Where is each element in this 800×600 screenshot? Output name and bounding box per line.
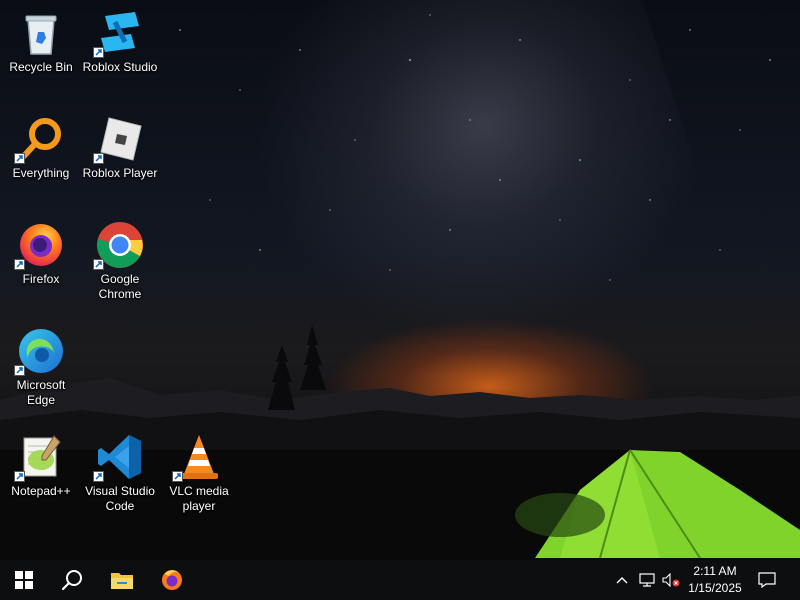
- roblox-studio-icon: [93, 8, 145, 58]
- notepadpp-label: Notepad++: [11, 484, 71, 498]
- windows-logo-icon: [15, 571, 33, 589]
- clock-date: 1/15/2025: [688, 581, 742, 595]
- search-button[interactable]: [48, 560, 96, 600]
- action-center-button[interactable]: [752, 560, 782, 600]
- recycle-bin-label: Recycle Bin: [9, 60, 73, 74]
- volume-muted-icon: [662, 573, 680, 587]
- clock[interactable]: 2:11 AM 1/15/2025: [680, 563, 750, 597]
- chevron-up-icon: [616, 577, 628, 584]
- roblox-studio-shortcut[interactable]: Roblox Studio: [81, 8, 159, 75]
- shortcut-arrow-icon: [14, 259, 25, 270]
- shortcut-arrow-icon: [172, 471, 183, 482]
- search-icon: [61, 570, 82, 591]
- shortcut-arrow-icon: [14, 153, 25, 164]
- shortcut-arrow-icon: [93, 47, 104, 58]
- shortcut-arrow-icon: [93, 153, 104, 164]
- firefox-label: Firefox: [22, 272, 60, 286]
- chrome-icon: [93, 220, 145, 270]
- vscode-label: Visual Studio Code: [85, 484, 155, 513]
- start-button[interactable]: [0, 560, 48, 600]
- network-button[interactable]: [636, 560, 658, 600]
- firefox-icon: [162, 570, 182, 590]
- vlc-cone-icon: [172, 432, 224, 482]
- notepadpp-icon: [14, 432, 66, 482]
- notepadpp-shortcut[interactable]: Notepad++: [2, 432, 80, 499]
- vlc-shortcut[interactable]: VLC media player: [160, 432, 238, 514]
- shortcut-arrow-icon: [14, 365, 25, 376]
- everything-search-icon: [14, 114, 66, 164]
- show-hidden-icons-button[interactable]: [612, 560, 632, 600]
- network-icon: [639, 573, 655, 587]
- everything-label: Everything: [12, 166, 70, 180]
- firefox-icon: [14, 220, 66, 270]
- vlc-label: VLC media player: [169, 484, 229, 513]
- google-chrome-shortcut[interactable]: Google Chrome: [81, 220, 159, 302]
- action-center-icon: [758, 572, 776, 588]
- roblox-player-shortcut[interactable]: Roblox Player: [81, 114, 159, 181]
- edge-icon: [14, 326, 66, 376]
- taskbar: 2:11 AM 1/15/2025: [0, 560, 800, 600]
- firefox-shortcut[interactable]: Firefox: [2, 220, 80, 287]
- clock-time: 2:11 AM: [693, 564, 737, 578]
- microsoft-edge-shortcut[interactable]: Microsoft Edge: [2, 326, 80, 408]
- file-explorer-icon: [111, 573, 133, 589]
- recycle-bin-shortcut[interactable]: Recycle Bin: [2, 8, 80, 75]
- vscode-icon: [93, 432, 145, 482]
- roblox-player-icon: [93, 114, 145, 164]
- shortcut-arrow-icon: [93, 259, 104, 270]
- mountain-landscape: [0, 325, 800, 560]
- roblox-studio-label: Roblox Studio: [82, 60, 158, 74]
- microsoft-edge-label: Microsoft Edge: [16, 378, 66, 407]
- desktop[interactable]: Recycle Bin Roblox Studio Everything Rob…: [0, 0, 800, 560]
- roblox-player-label: Roblox Player: [82, 166, 158, 180]
- shortcut-arrow-icon: [14, 471, 25, 482]
- taskbar-file-explorer[interactable]: [98, 560, 146, 600]
- everything-shortcut[interactable]: Everything: [2, 114, 80, 181]
- vscode-shortcut[interactable]: Visual Studio Code: [81, 432, 159, 514]
- recycle-bin-icon: [16, 8, 66, 58]
- taskbar-firefox[interactable]: [148, 560, 196, 600]
- google-chrome-label: Google Chrome: [98, 272, 142, 301]
- shortcut-arrow-icon: [93, 471, 104, 482]
- volume-button[interactable]: [660, 560, 682, 600]
